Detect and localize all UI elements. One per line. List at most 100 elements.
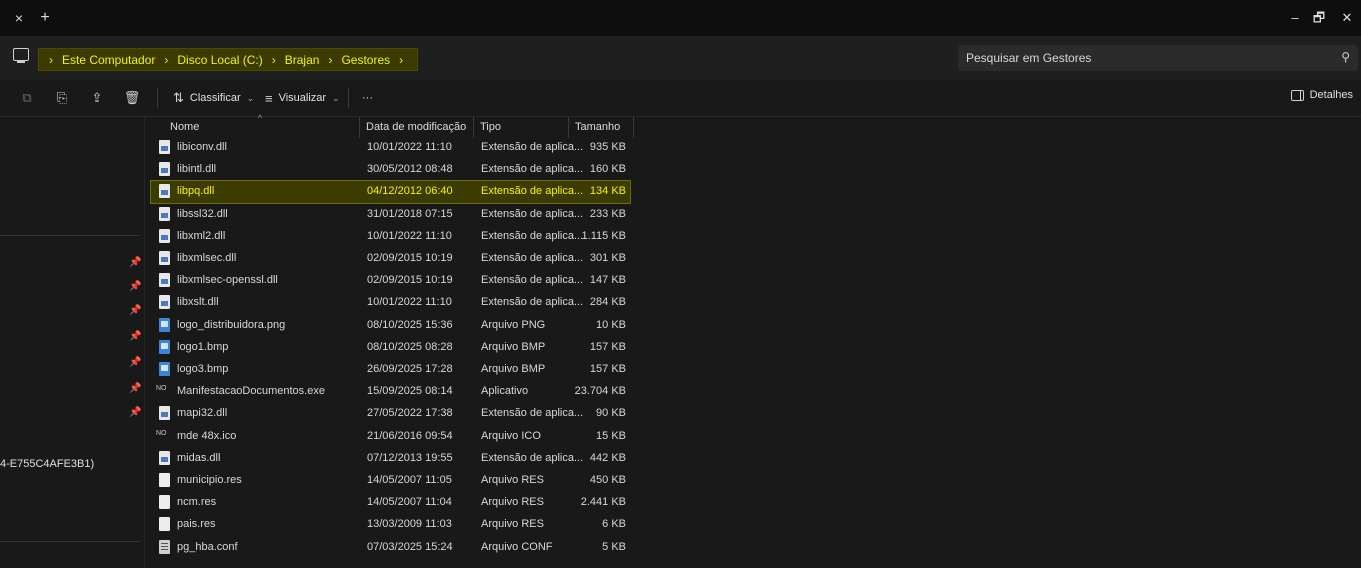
file-row[interactable]: libssl32.dll 31/01/2018 07:15 Extensão de … — [151, 204, 630, 226]
close-tab-icon[interactable]: × — [10, 9, 28, 27]
file-date: 02/09/2015 10:19 — [367, 274, 453, 287]
file-size: 10 KB — [596, 318, 626, 331]
chevron-right-icon[interactable]: › — [158, 53, 174, 67]
file-type: Arquivo RES — [481, 496, 544, 509]
file-date: 27/05/2022 17:38 — [367, 407, 453, 420]
file-name: libiconv.dll — [177, 141, 227, 153]
file-size: 23.704 KB — [574, 385, 626, 398]
file-type: Extensão de aplica... — [481, 274, 584, 287]
chevron-right-icon[interactable]: › — [322, 53, 338, 67]
file-size: 5 KB — [602, 540, 626, 553]
delete-icon[interactable]: 🗑 — [123, 89, 141, 107]
column-header-size[interactable]: Tamanho — [569, 117, 634, 138]
file-row[interactable]: libxml2.dll 10/01/2022 11:10 Extensão de a… — [151, 226, 630, 248]
file-date: 26/09/2025 17:28 — [367, 363, 453, 375]
pin-icon[interactable]: 📌 — [129, 257, 141, 268]
file-size: 935 KB — [589, 141, 626, 153]
file-size: 450 KB — [589, 474, 626, 486]
file-row[interactable]: municipio.res 14/05/2007 11:05 Arquivo RES… — [151, 470, 630, 492]
breadcrumb-item-gestores[interactable]: Gestores — [338, 53, 393, 67]
file-date: 07/03/2025 15:24 — [367, 540, 453, 553]
file-row[interactable]: libintl.dll 30/05/2012 08:48 Extensão de a… — [151, 159, 630, 181]
pin-icon[interactable]: 📌 — [129, 407, 141, 418]
file-type: Extensão de aplica... — [481, 407, 584, 420]
file-row[interactable]: libxslt.dll 10/01/2022 11:10 Extensão de a… — [151, 292, 630, 314]
file-row[interactable]: mapi32.dll 27/05/2022 17:38 Extensão de ap… — [151, 403, 630, 425]
sort-ascending-icon: ^ — [258, 113, 263, 123]
new-tab-icon[interactable]: + — [36, 9, 54, 27]
file-size: 284 KB — [589, 296, 626, 309]
file-row[interactable]: pg_hba.conf 07/03/2025 15:24 Arquivo CONF 5… — [151, 537, 630, 559]
pin-icon[interactable]: 📌 — [129, 383, 141, 394]
breadcrumb-item-brajan[interactable]: Brajan — [282, 53, 323, 67]
sort-icon: ⇅ — [173, 90, 184, 105]
file-row[interactable]: logo3.bmp 26/09/2025 17:28 Arquivo BMP 157 … — [151, 359, 630, 381]
sort-button[interactable]: ⇅ Classificar ⌄ — [173, 89, 254, 107]
file-row[interactable]: midas.dll 07/12/2013 19:55 Extensão de apl… — [151, 448, 630, 470]
file-type: Arquivo ICO — [481, 429, 541, 442]
file-row[interactable]: pais.res 13/03/2009 11:03 Arquivo RES 6 KB — [151, 514, 630, 536]
chevron-right-icon[interactable]: › — [43, 53, 59, 67]
chevron-down-icon: ⌄ — [332, 92, 340, 103]
search-input[interactable]: Pesquisar em Gestores ⚲ — [958, 45, 1358, 71]
nav-divider — [0, 541, 140, 542]
close-window-icon[interactable]: ✕ — [1333, 8, 1361, 28]
file-row[interactable]: libpq.dll 04/12/2012 06:40 Extensão de apl… — [150, 180, 631, 205]
computer-icon[interactable] — [13, 48, 29, 63]
view-label: Visualizar — [278, 92, 327, 104]
file-type: Arquivo BMP — [481, 340, 546, 353]
file-date: 14/05/2007 11:05 — [367, 474, 452, 486]
breadcrumb-item-disco-local[interactable]: Disco Local (C:) — [174, 53, 265, 67]
chevron-right-icon[interactable]: › — [266, 53, 282, 67]
file-name: logo1.bmp — [177, 340, 229, 353]
toolbar-divider — [157, 88, 158, 108]
nav-divider — [0, 235, 140, 236]
search-icon[interactable]: ⚲ — [1341, 50, 1350, 64]
file-row[interactable]: logo1.bmp 08/10/2025 08:28 Arquivo BMP 157 … — [151, 337, 630, 359]
pin-icon[interactable]: 📌 — [129, 305, 141, 316]
more-icon: ··· — [362, 92, 373, 104]
file-row[interactable]: NO ManifestacaoDocumentos.exe 15/09/2025 0… — [151, 381, 630, 403]
file-type: Arquivo CONF — [481, 540, 553, 553]
pin-icon[interactable]: 📌 — [129, 281, 141, 292]
file-name: pg_hba.conf — [177, 540, 238, 553]
breadcrumb-item-este-computador[interactable]: Este Computador — [59, 53, 158, 67]
pin-icon[interactable]: 📌 — [129, 331, 141, 342]
chevron-right-icon[interactable]: › — [393, 53, 409, 67]
details-label: Detalhes — [1309, 89, 1353, 101]
maximize-icon[interactable]: 🗗 — [1305, 8, 1333, 28]
file-date: 13/03/2009 11:03 — [367, 518, 452, 531]
dll-file-icon — [159, 162, 170, 177]
file-type: Extensão de aplica... — [481, 141, 584, 153]
file-name: mapi32.dll — [177, 407, 228, 420]
column-header-type[interactable]: Tipo — [474, 117, 569, 138]
file-date: 14/05/2007 11:04 — [367, 496, 452, 509]
file-size: 233 KB — [589, 207, 626, 220]
breadcrumb[interactable]: › Este Computador › Disco Local (C:) › B… — [38, 48, 419, 71]
column-header-date[interactable]: Data de modificação — [360, 117, 474, 138]
share-icon[interactable]: ⇪ — [88, 89, 106, 107]
view-icon: ≡ — [265, 90, 273, 106]
nav-item-drive[interactable]: 4-E755C4AFE3B1) — [0, 458, 94, 470]
file-type: Extensão de aplica... — [481, 207, 584, 220]
file-name: mde 48x.ico — [177, 429, 237, 442]
file-date: 07/12/2013 19:55 — [367, 451, 453, 464]
cut-icon[interactable]: ⧉ — [18, 89, 36, 107]
generic-file-icon — [159, 473, 170, 487]
file-row[interactable]: libxmlsec.dll 02/09/2015 10:19 Extensão de… — [151, 248, 630, 270]
file-name: logo_distribuidora.png — [177, 318, 286, 331]
details-pane-icon — [1290, 89, 1304, 101]
file-type: Arquivo RES — [481, 518, 544, 531]
file-row[interactable]: logo_distribuidora.png 08/10/2025 15:36 Ar… — [151, 315, 630, 337]
file-name: libxslt.dll — [177, 296, 219, 309]
file-row[interactable]: ncm.res 14/05/2007 11:04 Arquivo RES 2.441 … — [151, 492, 630, 514]
pin-icon[interactable]: 📌 — [129, 357, 141, 368]
file-name: libxmlsec.dll — [177, 252, 237, 264]
copy-icon[interactable]: ⎘ — [53, 89, 71, 107]
more-options-button[interactable]: ··· — [362, 89, 373, 107]
file-row[interactable]: libxmlsec-openssl.dll 02/09/2015 10:19 Ext… — [151, 270, 630, 292]
file-row[interactable]: libiconv.dll 10/01/2022 11:10 Extensão de … — [151, 137, 630, 159]
details-button[interactable]: Detalhes — [1290, 89, 1353, 101]
view-button[interactable]: ≡ Visualizar ⌄ — [265, 89, 340, 107]
file-row[interactable]: NO mde 48x.ico 21/06/2016 09:54 Arquivo ICO… — [151, 426, 630, 448]
